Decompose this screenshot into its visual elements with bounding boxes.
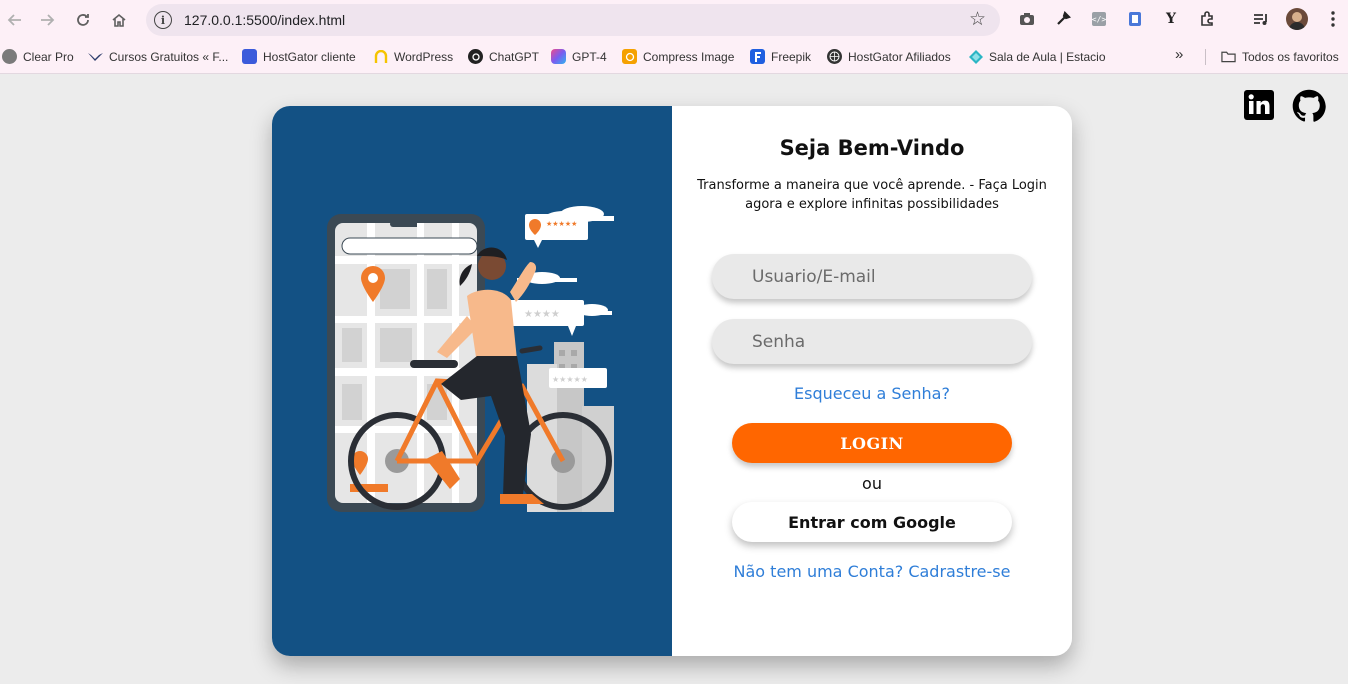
address-bar[interactable]: i 127.0.0.1:5500/index.html ☆	[146, 4, 1000, 36]
bookmark-item[interactable]: Sala de Aula | Estacio	[968, 49, 1106, 64]
bookmark-item[interactable]: Cursos Gratuitos « F...	[88, 49, 228, 64]
bookmark-label: Cursos Gratuitos « F...	[109, 49, 229, 64]
welcome-subtitle: Transforme a maneira que você aprende. -…	[697, 178, 1047, 212]
linkedin-icon[interactable]	[1243, 89, 1277, 123]
clear-pro-icon	[2, 49, 17, 64]
extensions-puzzle-icon[interactable]	[1196, 8, 1218, 30]
bookmark-label: GPT-4	[572, 49, 607, 64]
welcome-title: Seja Bem-Vindo	[779, 136, 965, 160]
bookmark-label: ChatGPT	[489, 49, 540, 64]
address-url[interactable]: 127.0.0.1:5500/index.html	[184, 12, 345, 28]
bookmark-item[interactable]: WordPress	[373, 49, 453, 64]
profile-avatar[interactable]	[1286, 8, 1308, 30]
camera-icon[interactable]	[1016, 8, 1038, 30]
docs-extension-icon[interactable]	[1124, 8, 1146, 30]
illustration-panel: ★★★★★ ★★★★ ★★★★★	[272, 106, 672, 656]
bookmark-item[interactable]: Clear Pro	[2, 49, 74, 64]
login-form-panel: Seja Bem-Vindo Transforme a maneira que …	[672, 106, 1072, 656]
or-separator: ou	[862, 474, 882, 493]
forgot-password-link[interactable]: Esqueceu a Senha?	[672, 384, 1072, 403]
code-extension-icon[interactable]: </>	[1088, 8, 1110, 30]
bookmarks-bar: Clear Pro Cursos Gratuitos « F... HostGa…	[0, 40, 1348, 74]
bookmark-label: Compress Image	[643, 49, 735, 64]
gpt4-icon	[551, 49, 566, 64]
home-icon[interactable]	[104, 5, 134, 35]
cyclist-illustration: ★★★★★ ★★★★ ★★★★★	[327, 206, 614, 512]
google-login-button[interactable]: Entrar com Google	[732, 502, 1012, 542]
media-queue-icon[interactable]	[1250, 8, 1272, 30]
browser-toolbar: i 127.0.0.1:5500/index.html ☆ </> Y	[0, 0, 1348, 40]
wordpress-icon	[373, 49, 388, 64]
password-input[interactable]	[712, 319, 1032, 364]
github-icon[interactable]	[1292, 89, 1326, 123]
hostgator-icon	[242, 49, 257, 64]
back-icon[interactable]	[0, 5, 30, 35]
bookmark-label: Clear Pro	[23, 49, 74, 64]
globe-icon	[827, 49, 842, 64]
all-favorites-folder[interactable]: Todos os favoritos	[1221, 49, 1339, 64]
eyedropper-icon[interactable]	[1052, 8, 1074, 30]
bookmark-label: Todos os favoritos	[1242, 49, 1339, 64]
username-input[interactable]	[712, 254, 1032, 299]
folder-icon	[1221, 49, 1236, 64]
bookmark-item[interactable]: GPT-4	[551, 49, 607, 64]
login-button[interactable]: LOGIN	[732, 423, 1012, 463]
bookmark-label: Freepik	[771, 49, 812, 64]
bookmarks-overflow-button[interactable]: »	[1175, 46, 1183, 63]
bookmark-label: HostGator cliente	[263, 49, 356, 64]
bookmark-label: HostGator Afiliados	[848, 49, 951, 64]
reload-icon[interactable]	[68, 5, 98, 35]
cursos-icon	[88, 49, 103, 64]
estacio-icon	[968, 49, 983, 64]
freepik-icon	[750, 49, 765, 64]
site-info-icon[interactable]: i	[154, 11, 172, 29]
bookmark-item[interactable]: HostGator Afiliados	[827, 49, 951, 64]
compress-icon	[622, 49, 637, 64]
login-card: ★★★★★ ★★★★ ★★★★★ Seja Bem-Vindo Transfor…	[272, 106, 1072, 656]
overflow-chevron-icon: »	[1175, 46, 1184, 63]
bookmark-label: WordPress	[394, 49, 454, 64]
browser-menu-icon[interactable]	[1322, 8, 1344, 30]
svg-text:</>: </>	[1092, 15, 1107, 24]
chatgpt-icon	[468, 49, 483, 64]
bookmark-item[interactable]: HostGator cliente	[242, 49, 356, 64]
bookmark-label: Sala de Aula | Estacio	[989, 49, 1106, 64]
bookmarks-divider	[1205, 49, 1206, 65]
forward-icon[interactable]	[32, 5, 62, 35]
signup-link[interactable]: Não tem uma Conta? Cadrastre-se	[672, 562, 1072, 581]
yandex-extension-icon[interactable]: Y	[1160, 8, 1182, 30]
bookmark-item[interactable]: Freepik	[750, 49, 811, 64]
bookmark-item[interactable]: Compress Image	[622, 49, 734, 64]
svg-text:★★★★★: ★★★★★	[552, 375, 588, 384]
bookmark-item[interactable]: ChatGPT	[468, 49, 539, 64]
svg-text:★★★★: ★★★★	[524, 309, 560, 320]
bookmark-star-icon[interactable]: ☆	[969, 8, 986, 30]
svg-text:★★★★★: ★★★★★	[546, 220, 577, 228]
